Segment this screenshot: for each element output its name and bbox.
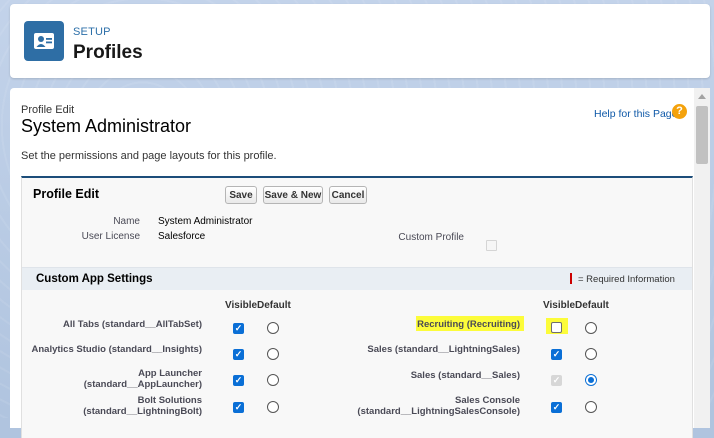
page-header: SETUP Profiles [10, 4, 710, 78]
col-default-left: Default [257, 300, 291, 311]
default-radio-recruiting[interactable] [585, 322, 597, 334]
default-radio-sales-console[interactable] [585, 401, 597, 413]
intro-text: Set the permissions and page layouts for… [21, 150, 277, 162]
profile-edit-panel: Profile Edit System Administrator Help f… [10, 88, 710, 438]
help-icon[interactable]: ? [672, 104, 687, 119]
col-default-right: Default [575, 300, 609, 311]
col-visible-right: Visible [543, 300, 576, 311]
app-label-sales-lightning: Sales (standard__LightningSales) [367, 344, 520, 355]
save-new-button[interactable]: Save & New [263, 186, 323, 204]
visible-checkbox-app-launcher[interactable]: ✓ [233, 375, 244, 386]
scroll-up-icon[interactable] [698, 94, 706, 99]
default-radio-app-launcher[interactable] [267, 374, 279, 386]
app-label-line2: (standard__LightningSalesConsole) [357, 406, 520, 417]
app-label-app-launcher: App Launcher (standard__AppLauncher) [24, 368, 202, 390]
visible-checkbox-recruiting[interactable] [551, 322, 562, 333]
cancel-button[interactable]: Cancel [329, 186, 367, 204]
visible-checkbox-all-tabs[interactable]: ✓ [233, 323, 244, 334]
app-label-bolt-solutions: Bolt Solutions (standard__LightningBolt) [24, 395, 202, 417]
page-title: Profiles [73, 42, 143, 63]
custom-profile-checkbox [486, 240, 497, 251]
app-label-line1: Sales Console [455, 395, 520, 406]
name-label: Name [113, 216, 140, 227]
visible-checkbox-analytics-studio[interactable]: ✓ [233, 349, 244, 360]
header-kicker: SETUP [73, 26, 111, 38]
app-label-line2: (standard__LightningBolt) [83, 406, 202, 417]
user-license-value: Salesforce [158, 231, 206, 242]
user-license-label: User License [81, 231, 140, 242]
default-radio-analytics-studio[interactable] [267, 348, 279, 360]
default-radio-sales-standard[interactable] [585, 374, 597, 386]
name-value: System Administrator [158, 216, 253, 227]
vertical-scrollbar[interactable] [694, 88, 710, 428]
help-link[interactable]: Help for this Page [594, 108, 677, 120]
custom-app-settings-header: Custom App Settings = Required Informati… [22, 267, 692, 290]
app-label-sales-standard: Sales (standard__Sales) [410, 370, 520, 381]
app-label-all-tabs: All Tabs (standard__AllTabSet) [62, 319, 202, 330]
required-indicator [570, 273, 572, 284]
profile-title: System Administrator [21, 116, 192, 136]
save-button[interactable]: Save [225, 186, 257, 204]
col-visible-left: Visible [225, 300, 258, 311]
app-label-line1: App Launcher [138, 368, 202, 379]
app-label-line1: Bolt Solutions [137, 395, 202, 406]
app-label-sales-console: Sales Console (standard__LightningSalesC… [342, 395, 520, 417]
custom-profile-label: Custom Profile [398, 232, 464, 243]
app-label-analytics-studio: Analytics Studio (standard__Insights) [31, 344, 203, 355]
user-profile-icon [24, 21, 64, 61]
app-label-recruiting: Recruiting (Recruiting) [417, 319, 520, 330]
app-label-line2: (standard__AppLauncher) [83, 379, 202, 390]
profile-edit-block: Profile Edit Save Save & New Cancel Name… [21, 176, 693, 438]
block-title: Profile Edit [33, 187, 99, 201]
profile-kicker: Profile Edit [21, 104, 75, 116]
section-title: Custom App Settings [36, 273, 153, 285]
default-radio-all-tabs[interactable] [267, 322, 279, 334]
scrollbar-thumb[interactable] [696, 106, 708, 164]
visible-checkbox-sales-console[interactable]: ✓ [551, 402, 562, 413]
visible-checkbox-bolt-solutions[interactable]: ✓ [233, 402, 244, 413]
default-radio-sales-lightning[interactable] [585, 348, 597, 360]
visible-checkbox-sales-lightning[interactable]: ✓ [551, 349, 562, 360]
default-radio-bolt-solutions[interactable] [267, 401, 279, 413]
visible-checkbox-sales-standard: ✓ [551, 375, 562, 386]
required-info-text: = Required Information [578, 274, 675, 285]
